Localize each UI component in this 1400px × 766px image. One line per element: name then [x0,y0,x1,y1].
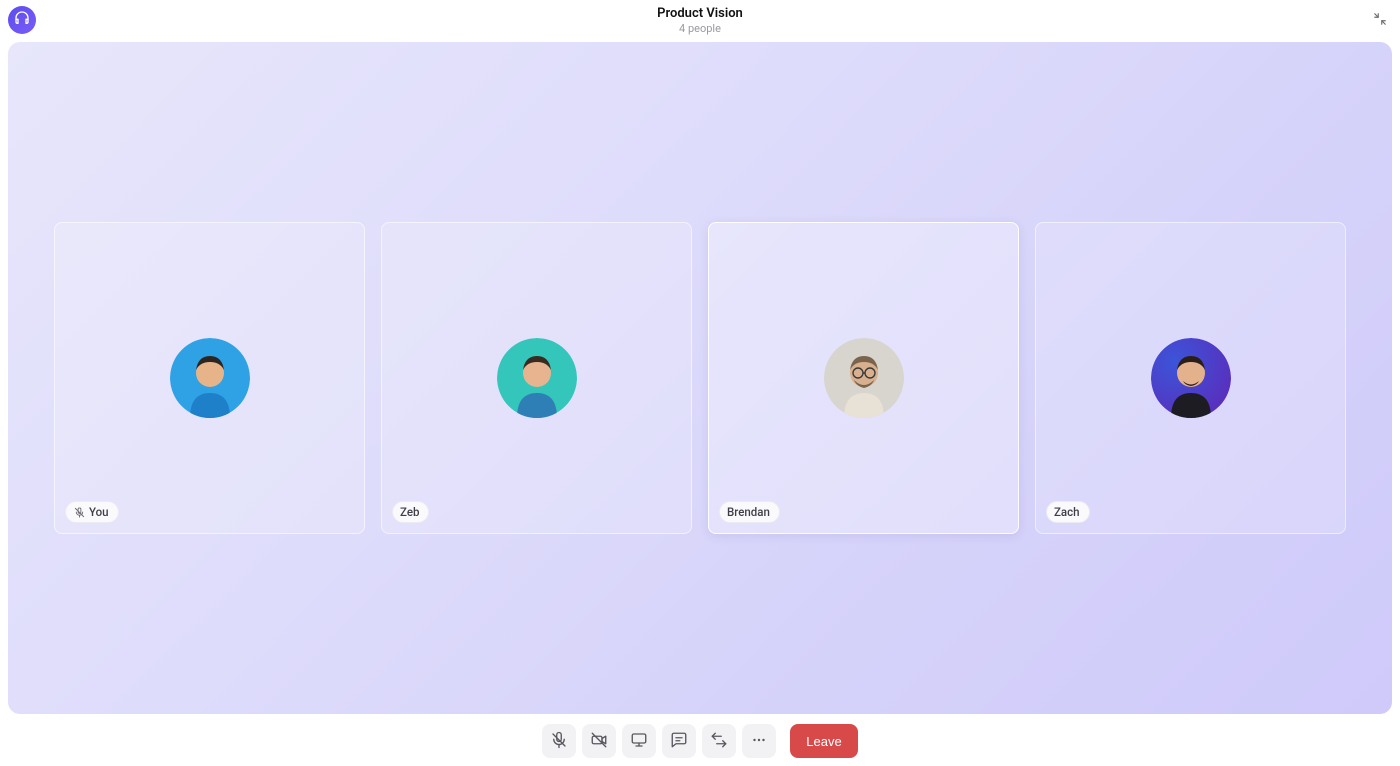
chat-icon [670,731,688,752]
top-bar: Product Vision 4 people [0,0,1400,40]
participant-name-label: Zeb [400,505,419,519]
headphones-icon [14,10,30,30]
avatar [170,338,250,418]
video-stage: You Zeb [8,42,1392,714]
avatar [497,338,577,418]
avatar [1151,338,1231,418]
arrows-in-icon [1373,11,1387,30]
participant-name-pill: Zach [1046,501,1090,523]
call-title-block: Product Vision 4 people [657,6,743,35]
participant-name-label: Brendan [727,505,770,519]
mic-off-icon [550,731,568,752]
more-icon [750,731,768,752]
participant-tile[interactable]: You [54,222,365,534]
participant-name-pill: Brendan [719,501,780,523]
camera-off-icon [590,731,608,752]
participant-tile[interactable]: Zach [1035,222,1346,534]
call-title: Product Vision [657,6,743,21]
participant-name-label: You [89,505,109,519]
mute-button[interactable] [542,724,576,758]
swap-button[interactable] [702,724,736,758]
chat-button[interactable] [662,724,696,758]
call-controls-dock: Leave [0,724,1400,758]
participant-tile[interactable]: Zeb [381,222,692,534]
monitor-icon [630,731,648,752]
leave-button[interactable]: Leave [790,724,857,758]
participant-name-label: Zach [1054,505,1080,519]
avatar [824,338,904,418]
participant-name-pill: Zeb [392,501,429,523]
participant-tile[interactable]: Brendan [708,222,1019,534]
swap-icon [710,731,728,752]
share-screen-button[interactable] [622,724,656,758]
participant-name-pill: You [65,501,119,523]
camera-button[interactable] [582,724,616,758]
minimize-button[interactable] [1370,10,1390,30]
call-subtitle: 4 people [657,22,743,35]
app-logo[interactable] [8,6,36,34]
mic-off-icon [73,506,85,518]
more-button[interactable] [742,724,776,758]
